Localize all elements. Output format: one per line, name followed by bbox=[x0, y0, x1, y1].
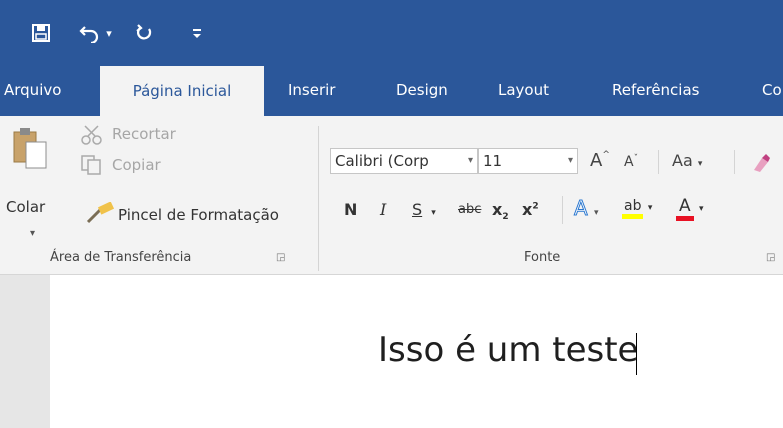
underline-button[interactable]: S ▾ bbox=[412, 200, 436, 219]
font-size-dropdown[interactable]: 11 ▾ bbox=[478, 148, 578, 174]
tab-arquivo[interactable]: Arquivo bbox=[4, 64, 61, 116]
bold-button[interactable]: N bbox=[344, 200, 357, 219]
undo-dropdown-button[interactable]: ▾ bbox=[104, 20, 114, 46]
format-painter-icon bbox=[86, 202, 115, 224]
chevron-down-icon: ▾ bbox=[30, 228, 36, 239]
chevron-down-icon: ▾ bbox=[697, 159, 703, 169]
caret-up-icon: ^ bbox=[602, 150, 610, 160]
customize-qat-button[interactable] bbox=[190, 20, 204, 46]
clear-formatting-icon[interactable] bbox=[750, 152, 772, 174]
chevron-down-icon: ▾ bbox=[567, 155, 573, 166]
undo-button[interactable] bbox=[78, 20, 102, 46]
shrink-font-button[interactable]: Aˇ bbox=[624, 154, 638, 170]
change-case-button[interactable]: Aa ▾ bbox=[672, 151, 702, 170]
font-color-button[interactable]: A ▾ bbox=[676, 196, 704, 221]
font-group-label: Fonte bbox=[524, 250, 561, 265]
ribbon-home: Colar ▾ Recortar Copiar Pincel de Format… bbox=[0, 116, 783, 275]
tab-correspondencias[interactable]: Co bbox=[762, 64, 782, 116]
underline-label: S bbox=[412, 200, 423, 219]
chevron-down-icon: ▾ bbox=[467, 155, 473, 166]
group-divider bbox=[318, 126, 319, 271]
format-painter-button[interactable]: Pincel de Formatação bbox=[80, 202, 310, 228]
subscript-label: x bbox=[492, 200, 503, 219]
grow-font-icon: A bbox=[590, 150, 603, 171]
clipboard-dialog-launcher[interactable]: ◲ bbox=[276, 252, 285, 263]
document-text[interactable]: Isso é um teste bbox=[378, 330, 638, 370]
tab-design[interactable]: Design bbox=[396, 64, 448, 116]
tab-referencias[interactable]: Referências bbox=[612, 64, 699, 116]
paste-label: Colar bbox=[6, 198, 46, 216]
font-name-value: Calibri (Corp bbox=[335, 152, 429, 170]
title-bar: ▾ bbox=[0, 0, 783, 64]
cut-button[interactable]: Recortar bbox=[80, 124, 210, 148]
font-dialog-launcher[interactable]: ◲ bbox=[766, 252, 775, 263]
tab-inserir[interactable]: Inserir bbox=[288, 64, 335, 116]
chevron-down-icon: ▾ bbox=[594, 208, 599, 218]
text-effects-button[interactable]: A ▾ bbox=[574, 196, 599, 221]
save-button[interactable] bbox=[30, 20, 52, 46]
subscript-button[interactable]: x2 bbox=[492, 200, 509, 222]
text-effects-icon: A bbox=[574, 196, 589, 221]
repeat-icon bbox=[136, 24, 152, 40]
dialog-launcher-icon: ◲ bbox=[766, 252, 776, 263]
paste-button[interactable]: Colar ▾ bbox=[6, 126, 52, 246]
superscript-label: x bbox=[522, 200, 533, 219]
font-name-dropdown[interactable]: Calibri (Corp ▾ bbox=[330, 148, 478, 174]
font-color-icon: A bbox=[676, 196, 694, 221]
subscript-mark: 2 bbox=[502, 212, 509, 223]
dialog-launcher-icon: ◲ bbox=[276, 252, 286, 263]
superscript-button[interactable]: x2 bbox=[522, 200, 539, 219]
save-icon bbox=[32, 24, 50, 42]
font-divider bbox=[734, 150, 735, 174]
font-size-value: 11 bbox=[483, 152, 503, 170]
customize-qat-icon bbox=[193, 29, 201, 38]
tab-pagina-inicial[interactable]: Página Inicial bbox=[100, 66, 264, 116]
highlight-icon: ab bbox=[622, 198, 644, 219]
grow-font-button[interactable]: A^ bbox=[590, 150, 610, 171]
text-cursor bbox=[636, 333, 637, 375]
tab-layout[interactable]: Layout bbox=[498, 64, 549, 116]
copy-icon bbox=[81, 155, 101, 175]
paste-icon bbox=[13, 128, 47, 169]
font-divider bbox=[562, 196, 563, 224]
caret-down-icon: ˇ bbox=[633, 154, 639, 164]
change-case-label: Aa bbox=[672, 151, 693, 170]
scissors-icon bbox=[81, 125, 102, 145]
cut-label: Recortar bbox=[112, 125, 176, 143]
highlight-button[interactable]: ab ▾ bbox=[622, 198, 653, 219]
undo-icon bbox=[79, 26, 99, 43]
strikethrough-button[interactable]: abc bbox=[458, 202, 481, 217]
copy-label: Copiar bbox=[112, 156, 161, 174]
ribbon-tabs: Arquivo Página Inicial Inserir Design La… bbox=[0, 64, 783, 116]
shrink-font-icon: A bbox=[624, 154, 634, 170]
format-painter-label: Pincel de Formatação bbox=[118, 206, 279, 224]
clipboard-group-label: Área de Transferência bbox=[50, 250, 192, 265]
chevron-down-icon: ▾ bbox=[647, 203, 653, 213]
repeat-button[interactable] bbox=[132, 20, 156, 46]
copy-button[interactable]: Copiar bbox=[80, 154, 200, 178]
chevron-down-icon: ▾ bbox=[106, 27, 112, 40]
chevron-down-icon: ▾ bbox=[431, 208, 436, 218]
font-divider bbox=[658, 150, 659, 174]
chevron-down-icon: ▾ bbox=[699, 204, 704, 214]
superscript-mark: 2 bbox=[532, 201, 539, 212]
italic-button[interactable]: I bbox=[380, 200, 386, 219]
